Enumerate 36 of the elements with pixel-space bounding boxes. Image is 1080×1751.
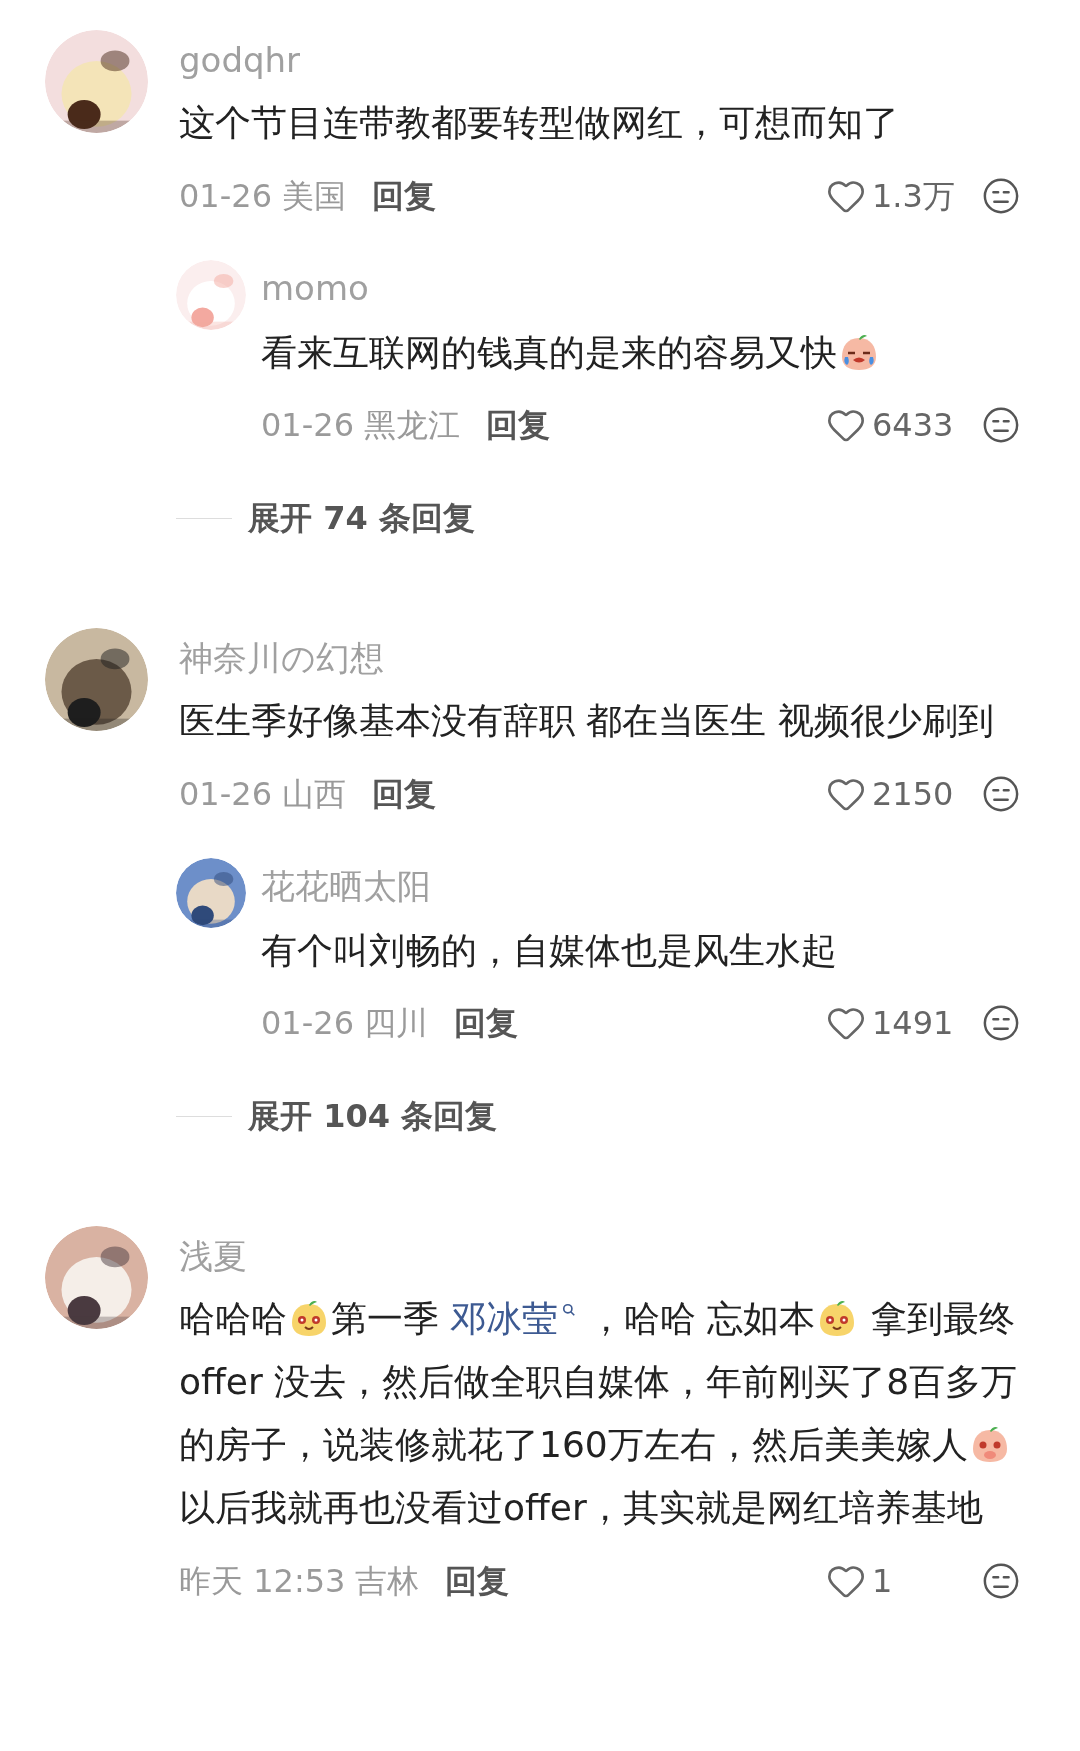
comment-text: 看来互联网的钱真的是来的容易又快 — [261, 321, 1020, 384]
expand-replies-button[interactable]: 展开 74 条回复 — [248, 494, 475, 542]
reply-button[interactable]: 回复 — [372, 172, 436, 220]
expand-replies-button[interactable]: 展开 104 条回复 — [248, 1092, 498, 1140]
like-count: 6433 — [872, 405, 955, 446]
mention-link[interactable]: 邓冰莹 — [450, 1298, 577, 1339]
comment-location: 四川 — [364, 1003, 428, 1044]
like-count: 1491 — [872, 1003, 955, 1044]
reply-button[interactable]: 回复 — [445, 1557, 510, 1605]
comment-date: 昨天 12:53 — [179, 1561, 346, 1602]
comment-date: 01-26 — [179, 176, 272, 217]
comment-location: 山西 — [282, 774, 346, 815]
comment-location: 吉林 — [355, 1561, 420, 1602]
comment-location: 黑龙江 — [364, 405, 460, 446]
comment-date: 01-26 — [261, 1003, 354, 1044]
reply-button[interactable]: 回复 — [454, 999, 518, 1047]
comment-text: 这个节目连带教都要转型做网红，可想而知了 — [179, 101, 900, 145]
grin-emoji-icon — [289, 1299, 329, 1339]
crying-emoji-icon — [839, 333, 879, 373]
dislike-face-icon[interactable] — [982, 177, 1020, 215]
comment-text: 哈哈哈 第一季 邓冰莹 ，哈哈 忘如本 拿到最终offer 没去，然后做全职自媒体，年前刚买了8百多万的房子，说装修就花了160万左右，然后美美嫁人 以后我就再也没看过offer，其实就是网红培养基地 — [179, 1297, 1019, 1530]
like-count: 2150 — [872, 774, 955, 815]
comment-date: 01-26 — [261, 405, 354, 446]
like-count: 1.3万 — [872, 176, 956, 217]
comment-date: 01-26 — [179, 774, 272, 815]
dislike-face-icon[interactable] — [982, 1004, 1020, 1042]
dislike-face-icon[interactable] — [982, 775, 1020, 813]
comment-location: 美国 — [282, 176, 346, 217]
dislike-face-icon[interactable] — [982, 1562, 1020, 1600]
reply-button[interactable]: 回复 — [372, 770, 436, 818]
search-icon — [562, 1303, 577, 1317]
dislike-face-icon[interactable] — [982, 406, 1020, 444]
comment-text: 有个叫刘畅的，自媒体也是风生水起 — [261, 929, 838, 973]
comment-text: 医生季好像基本没有辞职 都在当医生 视频很少刷到 — [179, 699, 995, 743]
reply-button[interactable]: 回复 — [486, 401, 550, 449]
like-count: 1 — [872, 1561, 894, 1602]
